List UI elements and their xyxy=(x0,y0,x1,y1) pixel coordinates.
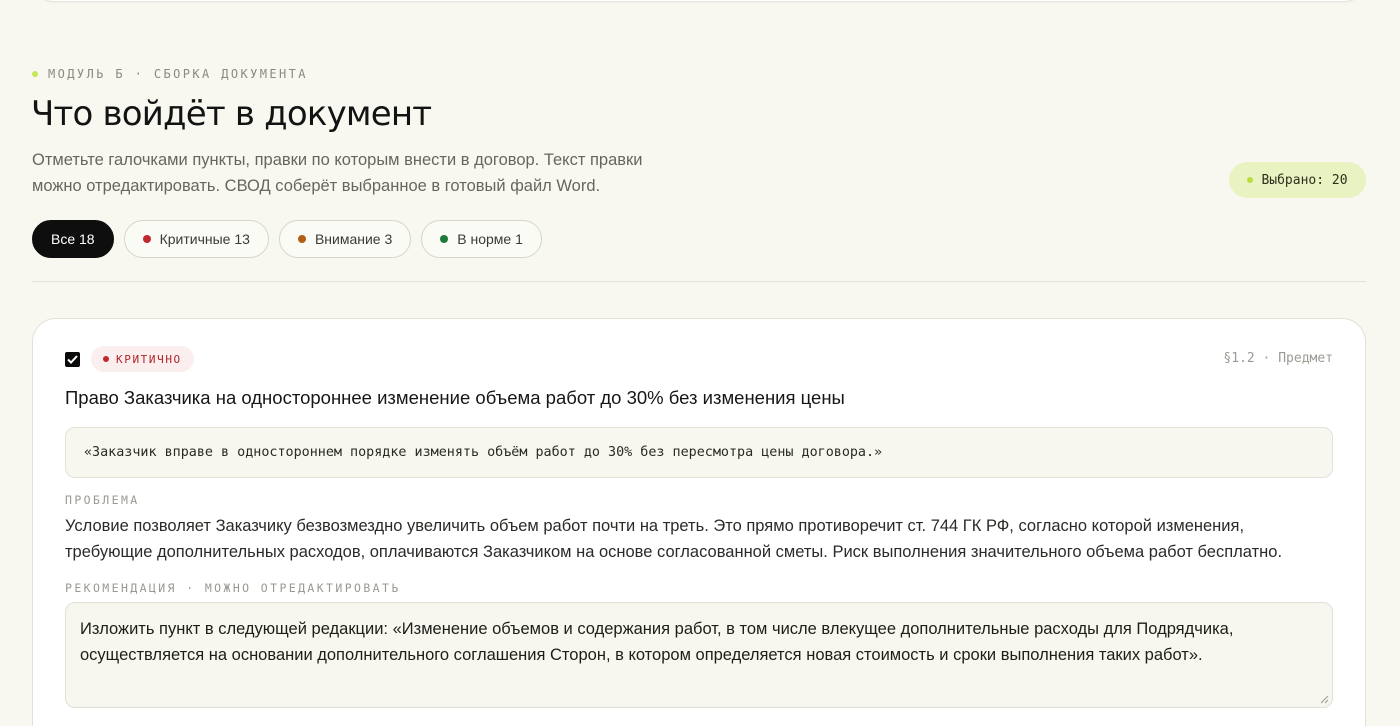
contract-quote: «Заказчик вправе в одностороннем порядке… xyxy=(65,427,1333,478)
filter-ok-label: В норме 1 xyxy=(457,231,523,247)
clause-reference: §1.2 · Предмет xyxy=(1223,351,1333,366)
section-divider xyxy=(32,281,1366,282)
filter-all[interactable]: Все 18 xyxy=(32,220,114,258)
filter-attention-label: Внимание 3 xyxy=(314,231,393,247)
checkmark-icon xyxy=(67,355,78,364)
selected-count-badge: Выбрано: 20 xyxy=(1229,162,1366,198)
critical-dot-icon xyxy=(142,235,151,243)
problem-label: ПРОБЛЕМА xyxy=(65,493,140,507)
recommendation-text: Изложить пункт в следующей редакции: «Из… xyxy=(80,620,1234,664)
page-subtitle: Отметьте галочками пункты, правки по кот… xyxy=(32,151,643,195)
problem-text: Условие позволяет Заказчику безвозмездно… xyxy=(65,517,1283,561)
severity-badge: КРИТИЧНО xyxy=(91,346,194,372)
include-checkbox[interactable] xyxy=(65,352,80,367)
eyebrow-text: МОДУЛЬ Б · СБОРКА ДОКУМЕНТА xyxy=(48,67,308,81)
attention-dot-icon xyxy=(297,235,306,243)
issue-card: КРИТИЧНО §1.2 · Предмет Право Заказчика … xyxy=(32,318,1366,726)
recommendation-label: РЕКОМЕНДАЦИЯ · МОЖНО ОТРЕДАКТИРОВАТЬ xyxy=(65,581,401,595)
filter-critical[interactable]: Критичные 13 xyxy=(123,220,269,258)
page-title: Что войдёт в документ xyxy=(31,94,432,134)
ok-dot-icon xyxy=(440,235,449,243)
filter-critical-label: Критичные 13 xyxy=(159,231,250,247)
filter-ok[interactable]: В норме 1 xyxy=(421,220,542,258)
severity-filter-bar: Все 18 Критичные 13 Внимание 3 В норме 1 xyxy=(32,220,542,258)
severity-dot-icon xyxy=(103,356,109,362)
resize-handle-icon[interactable] xyxy=(1319,694,1329,704)
previous-card-edge xyxy=(32,0,1366,2)
module-eyebrow: МОДУЛЬ Б · СБОРКА ДОКУМЕНТА xyxy=(32,67,308,81)
filter-all-label: Все 18 xyxy=(51,231,95,247)
selected-count-label: Выбрано: 20 xyxy=(1261,172,1348,188)
selected-dot-icon xyxy=(1247,177,1254,183)
filter-attention[interactable]: Внимание 3 xyxy=(278,220,412,258)
recommendation-textarea[interactable]: Изложить пункт в следующей редакции: «Из… xyxy=(65,602,1333,708)
eyebrow-dot-icon xyxy=(32,71,38,77)
severity-label: КРИТИЧНО xyxy=(116,352,182,366)
issue-title: Право Заказчика на одностороннее изменен… xyxy=(65,387,845,408)
